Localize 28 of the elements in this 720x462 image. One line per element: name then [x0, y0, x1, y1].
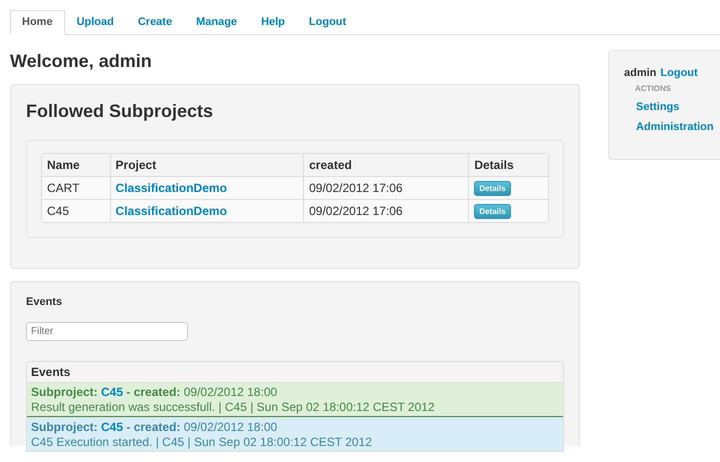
- table-cell: C45: [42, 199, 110, 222]
- column-header: Details: [468, 154, 548, 176]
- logout-link[interactable]: Logout: [660, 67, 698, 79]
- table-cell: 09/02/2012 17:06: [303, 176, 468, 199]
- panel-title: Followed Subprojects: [26, 101, 214, 122]
- nav-tab[interactable]: Manage: [184, 10, 250, 35]
- user-name: admin: [624, 67, 656, 79]
- event-title: Subproject: C45 - created: 09/02/2012 18:00: [31, 385, 278, 400]
- table-cell: 09/02/2012 17:06: [303, 199, 468, 222]
- sidebar-link[interactable]: Settings: [636, 101, 720, 113]
- nav-tab[interactable]: Home: [10, 10, 65, 35]
- table-cell: CART: [42, 176, 110, 199]
- event-message: C45 Execution started. | C45 | Sun Sep 02 18:00:12 CEST 2012: [31, 435, 373, 450]
- page-heading: Welcome, admin: [10, 51, 153, 72]
- section-label: ACTIONS: [635, 84, 672, 93]
- sidebar-link[interactable]: Administration: [636, 121, 720, 133]
- list-heading: Events: [30, 364, 72, 381]
- nav-tab[interactable]: Upload: [64, 10, 126, 35]
- details-button[interactable]: Details: [474, 204, 511, 219]
- details-button[interactable]: Details: [474, 181, 511, 196]
- event-title: Subproject: C45 - created: 09/02/2012 18:00: [31, 420, 278, 435]
- section-title: Events: [26, 296, 64, 308]
- event-message: Result generation was successfull. | C45 | Sun Sep 02 18:00:12 CEST 2012: [31, 400, 436, 415]
- column-header: created: [303, 154, 468, 176]
- nav-tab[interactable]: Create: [126, 10, 184, 35]
- nav-tab[interactable]: Logout: [296, 10, 358, 35]
- filter-field[interactable]: Filter: [26, 322, 188, 341]
- nav-tab[interactable]: Help: [249, 10, 297, 35]
